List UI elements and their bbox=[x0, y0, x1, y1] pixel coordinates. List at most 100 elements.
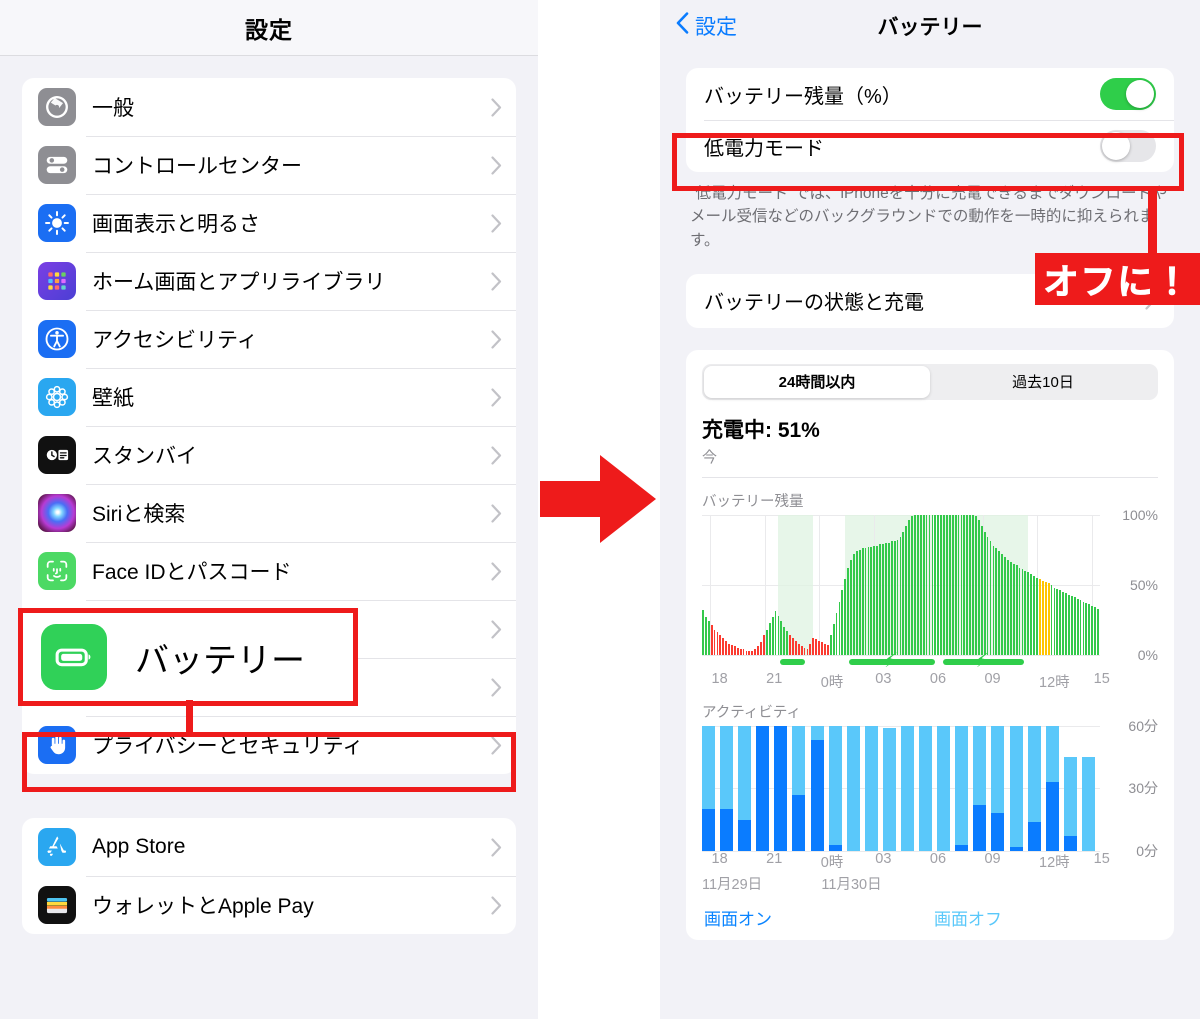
x-tick-label: 06 bbox=[929, 670, 947, 687]
sidebar-item-app-store[interactable]: App Store bbox=[22, 818, 516, 876]
chart-bar bbox=[809, 643, 812, 655]
chart-bar bbox=[824, 643, 826, 655]
gear-icon bbox=[38, 88, 76, 126]
brightness-icon bbox=[38, 204, 76, 242]
sidebar-item-faceid-passcode[interactable]: Face IDとパスコード bbox=[22, 542, 516, 600]
chart-bar bbox=[1097, 608, 1099, 655]
chart-bar bbox=[710, 625, 713, 655]
back-button[interactable]: 設定 bbox=[676, 11, 737, 41]
faceid-icon bbox=[38, 552, 76, 590]
battery-usage-card: 24時間以内 過去10日 充電中: 51% 今 バッテリー残量 100% 50% 0… bbox=[686, 349, 1174, 940]
chart-bar bbox=[1079, 600, 1082, 655]
chart-bar bbox=[931, 514, 934, 655]
chart-bar-screen-off bbox=[901, 725, 915, 851]
chart-bar bbox=[896, 539, 899, 655]
chart-bar bbox=[768, 622, 771, 655]
sidebar-item-label: スタンバイ bbox=[92, 445, 197, 468]
chart-bar bbox=[771, 616, 774, 655]
sidebar-item-accessibility[interactable]: アクセシビリティ bbox=[22, 310, 516, 368]
chevron-right-icon bbox=[491, 503, 502, 523]
sidebar-item-general[interactable]: 一般 bbox=[22, 78, 516, 136]
chart-bar-screen-on bbox=[774, 725, 788, 851]
tutorial-screenshot: 設定 一般 コントロールセンター 画面表示と明るさ ホーム画面とアプリライブラリ… bbox=[0, 0, 1200, 1019]
chart-bar bbox=[733, 646, 736, 655]
chart-bar-screen-on bbox=[991, 813, 1005, 851]
chart-bar bbox=[975, 516, 977, 655]
timeframe-segmented-control[interactable]: 24時間以内 過去10日 bbox=[702, 363, 1158, 400]
chart-bar bbox=[972, 514, 974, 655]
flow-arrow-icon bbox=[538, 437, 660, 561]
battery-navbar: 設定 バッテリー bbox=[660, 0, 1200, 52]
settings-group-2: App Store ウォレットとApple Pay bbox=[22, 818, 516, 934]
x-tick-label: 18 bbox=[711, 670, 728, 687]
sidebar-item-home-screen[interactable]: ホーム画面とアプリライブラリ bbox=[22, 252, 516, 310]
x-tick-label: 03 bbox=[875, 850, 892, 867]
divider bbox=[702, 476, 1158, 478]
back-button-label: 設定 bbox=[695, 16, 737, 39]
chart-bar bbox=[789, 635, 791, 655]
chart-bar bbox=[763, 635, 765, 655]
x-tick-label: 0時 bbox=[820, 854, 844, 871]
chart-bar bbox=[882, 544, 884, 655]
activity-chart-y-axis: 60分 30分 0分 bbox=[1104, 718, 1158, 859]
chart-bar bbox=[803, 647, 806, 655]
chart-bar-screen-off bbox=[846, 725, 860, 851]
chart-bar bbox=[887, 542, 890, 655]
chart-bar-screen-on bbox=[973, 804, 987, 851]
chart-bar bbox=[812, 637, 815, 655]
legend-screen-on[interactable]: 画面オン bbox=[704, 905, 934, 930]
chart-bar bbox=[948, 514, 951, 655]
chart-bar bbox=[989, 541, 992, 655]
date-label: 11月29日 bbox=[702, 876, 763, 893]
tab-last-10-days[interactable]: 過去10日 bbox=[930, 366, 1156, 398]
chevron-right-icon bbox=[491, 837, 502, 857]
tab-last-24-hours[interactable]: 24時間以内 bbox=[704, 365, 930, 398]
x-tick-label: 21 bbox=[766, 670, 783, 687]
sidebar-item-siri-search[interactable]: Siriと検索 bbox=[22, 484, 516, 542]
chart-bar bbox=[943, 514, 945, 655]
chart-bar-screen-off bbox=[738, 725, 752, 820]
chevron-right-icon bbox=[491, 329, 502, 349]
battery-row-magnified-callout: バッテリー bbox=[18, 608, 358, 706]
sidebar-item-wallpaper[interactable]: 壁紙 bbox=[22, 368, 516, 426]
chart-bar bbox=[728, 643, 730, 655]
chart-bar bbox=[940, 514, 943, 655]
sidebar-item-display-brightness[interactable]: 画面表示と明るさ bbox=[22, 194, 516, 252]
sidebar-item-standby[interactable]: スタンバイ bbox=[22, 426, 516, 484]
chart-bar bbox=[928, 514, 931, 655]
chart-bar-screen-on bbox=[702, 809, 716, 851]
chart-bar bbox=[905, 525, 908, 655]
x-tick-label: 21 bbox=[766, 850, 783, 867]
chevron-left-icon bbox=[676, 12, 689, 40]
chevron-right-icon bbox=[491, 895, 502, 915]
chart-bar-screen-off bbox=[937, 725, 951, 851]
legend-screen-off[interactable]: 画面オフ bbox=[934, 905, 1002, 930]
chart-bar bbox=[899, 537, 902, 655]
chart-bar-screen-on bbox=[756, 725, 770, 851]
chart-bar bbox=[1021, 569, 1024, 655]
chevron-right-icon bbox=[491, 97, 502, 117]
sidebar-item-label: Siriと検索 bbox=[92, 503, 186, 526]
chart-bar-screen-off bbox=[810, 725, 824, 741]
x-tick-label: 06 bbox=[929, 850, 947, 867]
battery-percentage-row[interactable]: バッテリー残量（%） bbox=[686, 68, 1174, 120]
battery-percentage-toggle[interactable] bbox=[1100, 78, 1156, 110]
chevron-right-icon bbox=[491, 271, 502, 291]
chart-bar bbox=[1030, 573, 1033, 655]
sidebar-item-control-center[interactable]: コントロールセンター bbox=[22, 136, 516, 194]
chart-bar bbox=[826, 644, 829, 655]
chart-bar-screen-off bbox=[702, 725, 716, 810]
chart-bar-screen-on bbox=[810, 740, 824, 851]
chart-bar bbox=[858, 549, 861, 655]
chart-bar bbox=[937, 514, 940, 655]
sidebar-item-wallet-applepay[interactable]: ウォレットとApple Pay bbox=[22, 876, 516, 934]
chart-bar bbox=[1068, 594, 1070, 655]
activity-chart-date-axis: 11月29日 11月30日 bbox=[702, 873, 1100, 895]
chart-bar bbox=[725, 640, 728, 655]
charge-timestamp: 今 bbox=[702, 448, 718, 466]
chart-bar bbox=[995, 548, 998, 655]
chevron-right-icon bbox=[491, 561, 502, 581]
chart-bar bbox=[786, 630, 789, 655]
sidebar-item-label: アクセシビリティ bbox=[92, 329, 258, 352]
chart-bar bbox=[821, 642, 823, 655]
